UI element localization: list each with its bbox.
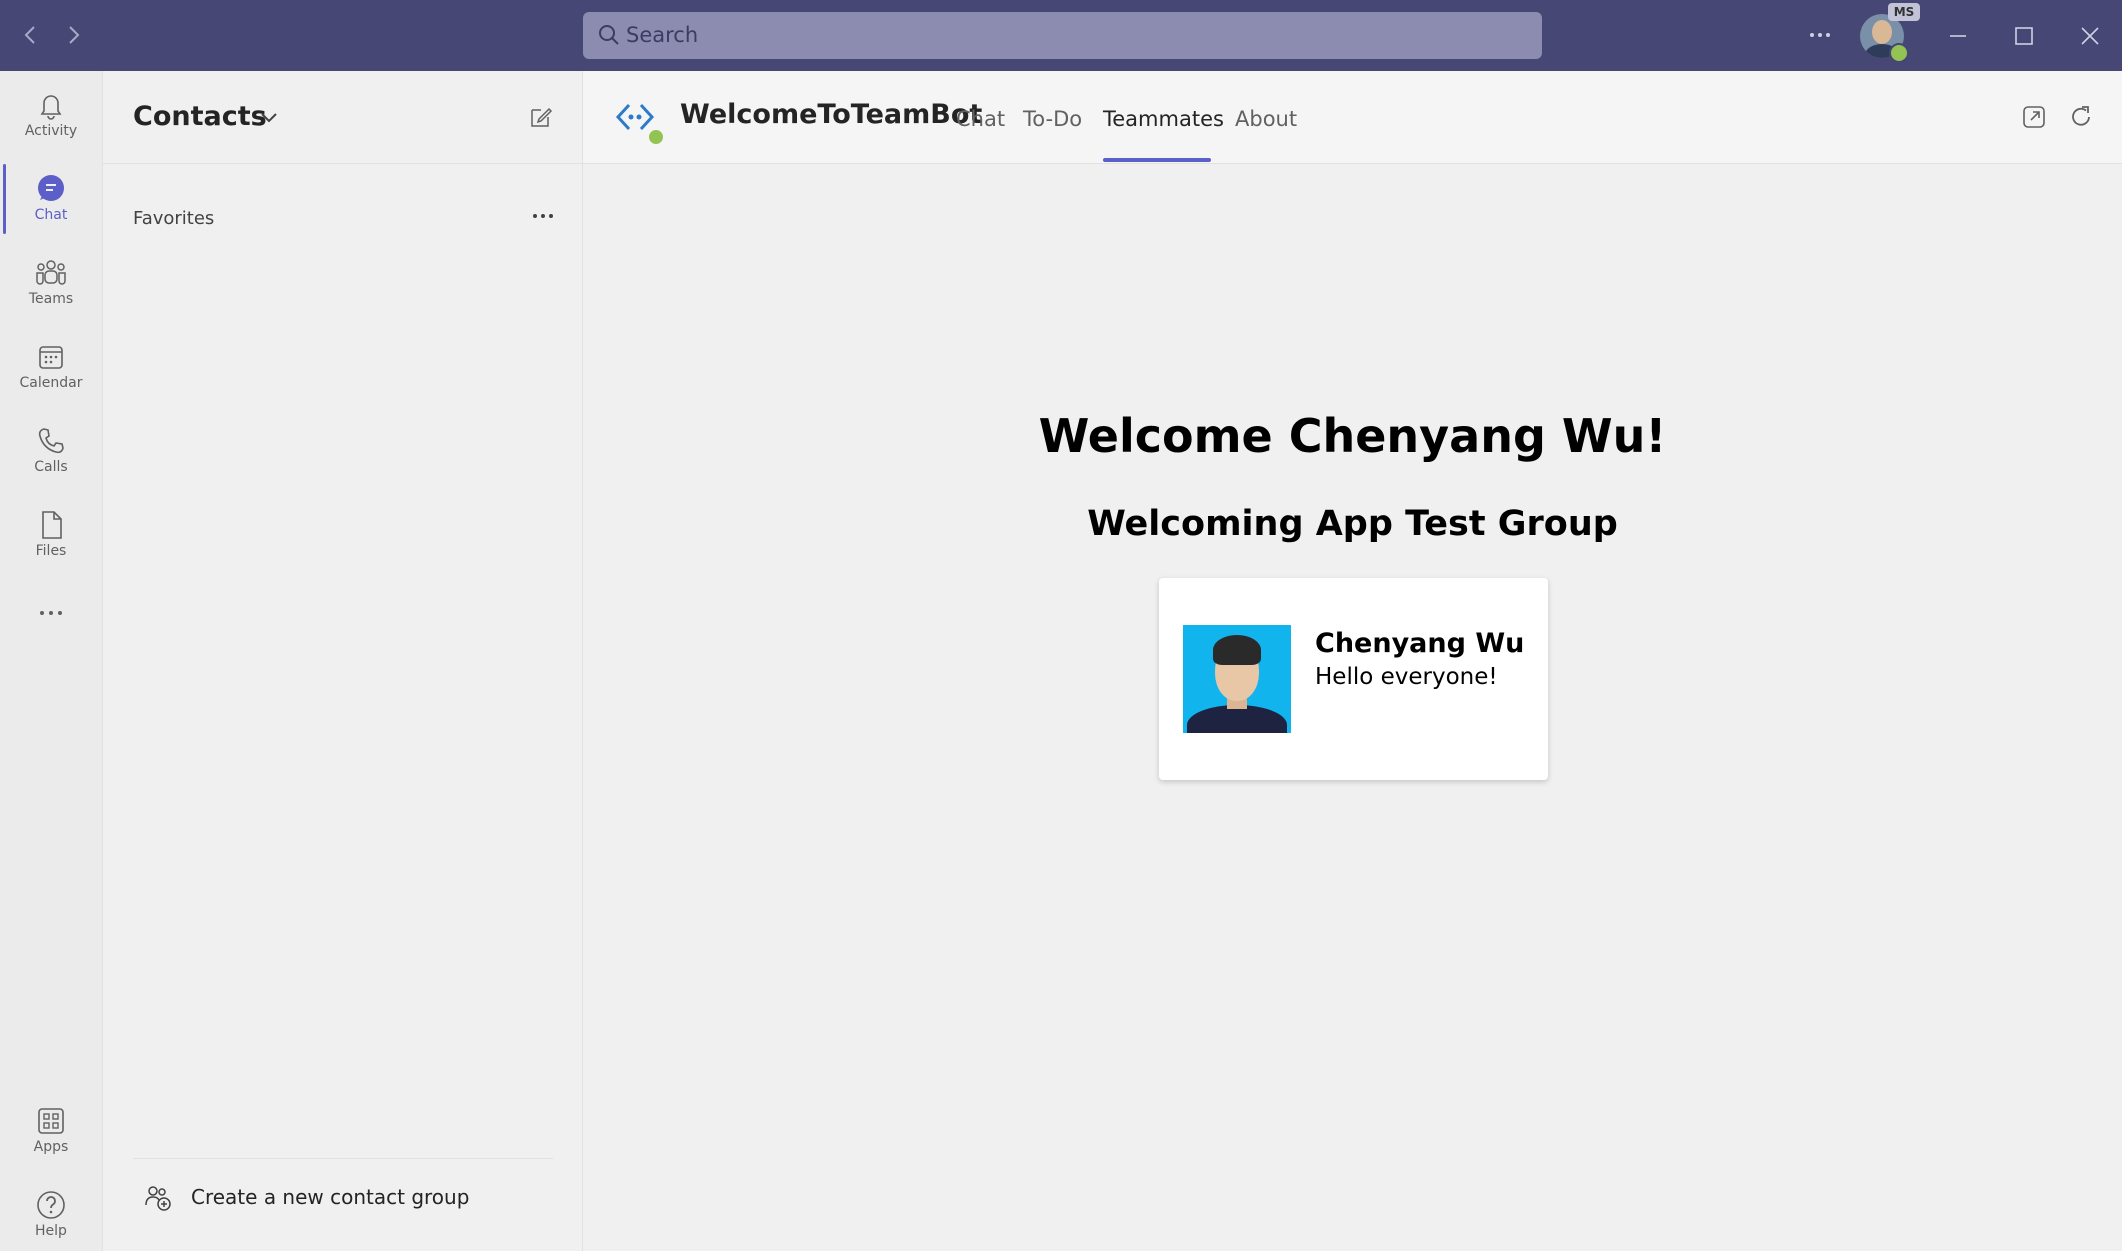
rail-label: Chat xyxy=(34,207,68,223)
calendar-icon xyxy=(39,346,63,369)
file-icon xyxy=(42,511,62,539)
tab-teammates[interactable]: Teammates xyxy=(1103,107,1224,131)
rail-item-help[interactable]: Help xyxy=(0,1175,102,1251)
back-arrow-icon[interactable] xyxy=(18,22,44,48)
rail-item-activity[interactable]: Activity xyxy=(0,75,102,151)
compose-icon[interactable] xyxy=(528,104,554,130)
search-icon xyxy=(599,25,619,45)
close-icon[interactable] xyxy=(2076,22,2104,50)
rail-label: Calls xyxy=(34,459,68,475)
teammate-message: Hello everyone! xyxy=(1315,664,1498,690)
teammates-content: Welcome Chenyang Wu! Welcoming App Test … xyxy=(583,164,2122,1251)
pane-divider xyxy=(133,1158,553,1159)
apps-icon xyxy=(38,1108,64,1134)
title-bar: Search MS xyxy=(0,0,2122,71)
rail-label: Files xyxy=(35,543,67,559)
pane-header: Contacts xyxy=(103,71,582,164)
group-heading: Welcoming App Test Group xyxy=(1087,504,1618,544)
rail-label: Calendar xyxy=(19,375,83,391)
app-rail: Activity Chat Teams Calendar Calls Files… xyxy=(0,71,103,1251)
rail-item-calendar[interactable]: Calendar xyxy=(0,327,102,403)
favorites-more-icon[interactable] xyxy=(523,201,563,231)
active-tab-indicator xyxy=(1103,158,1211,162)
contacts-title[interactable]: Contacts xyxy=(133,101,267,132)
bot-name: WelcomeToTeamBot xyxy=(680,99,983,130)
rail-item-chat[interactable]: Chat xyxy=(0,159,102,235)
more-options-icon[interactable] xyxy=(1803,18,1837,52)
tab-chat[interactable]: Chat xyxy=(956,107,1005,131)
bell-icon xyxy=(40,95,62,120)
rail-label: Activity xyxy=(24,123,78,139)
search-input[interactable]: Search xyxy=(583,12,1542,59)
minimize-icon[interactable] xyxy=(1944,22,1972,50)
pop-out-icon[interactable] xyxy=(2020,103,2048,131)
help-icon xyxy=(37,1191,65,1219)
bot-presence-icon xyxy=(647,128,665,146)
rail-item-apps[interactable]: Apps xyxy=(0,1091,102,1167)
add-people-icon xyxy=(145,1186,171,1211)
teammate-card: Chenyang Wu Hello everyone! xyxy=(1159,578,1548,780)
contacts-pane: Contacts Favorites Create a new contact … xyxy=(103,71,583,1251)
maximize-icon[interactable] xyxy=(2010,22,2038,50)
teammate-photo xyxy=(1183,625,1291,733)
more-apps-icon[interactable] xyxy=(34,605,68,621)
phone-icon xyxy=(38,428,64,454)
refresh-icon[interactable] xyxy=(2067,103,2095,131)
favorites-label: Favorites xyxy=(133,208,215,229)
tab-about[interactable]: About xyxy=(1235,107,1297,131)
rail-label: Teams xyxy=(28,291,74,307)
create-contact-group-button[interactable]: Create a new contact group xyxy=(143,1179,523,1215)
rail-item-files[interactable]: Files xyxy=(0,495,102,571)
rail-item-calls[interactable]: Calls xyxy=(0,411,102,487)
create-contact-group-label: Create a new contact group xyxy=(191,1185,470,1209)
chevron-down-icon[interactable] xyxy=(257,105,281,129)
org-badge: MS xyxy=(1888,3,1920,21)
rail-label: Help xyxy=(35,1223,67,1239)
teammate-name: Chenyang Wu xyxy=(1315,628,1525,659)
app-header: WelcomeToTeamBot Chat To-Do Teammates Ab… xyxy=(583,71,2122,164)
tab-to-do[interactable]: To-Do xyxy=(1023,107,1082,131)
welcome-heading: Welcome Chenyang Wu! xyxy=(1038,409,1667,463)
rail-label: Apps xyxy=(33,1139,69,1155)
chat-icon xyxy=(38,175,64,201)
presence-available-icon xyxy=(1889,43,1909,63)
rail-item-teams[interactable]: Teams xyxy=(0,243,102,319)
teams-icon xyxy=(36,260,66,285)
search-placeholder: Search xyxy=(626,23,699,47)
forward-arrow-icon[interactable] xyxy=(60,22,86,48)
